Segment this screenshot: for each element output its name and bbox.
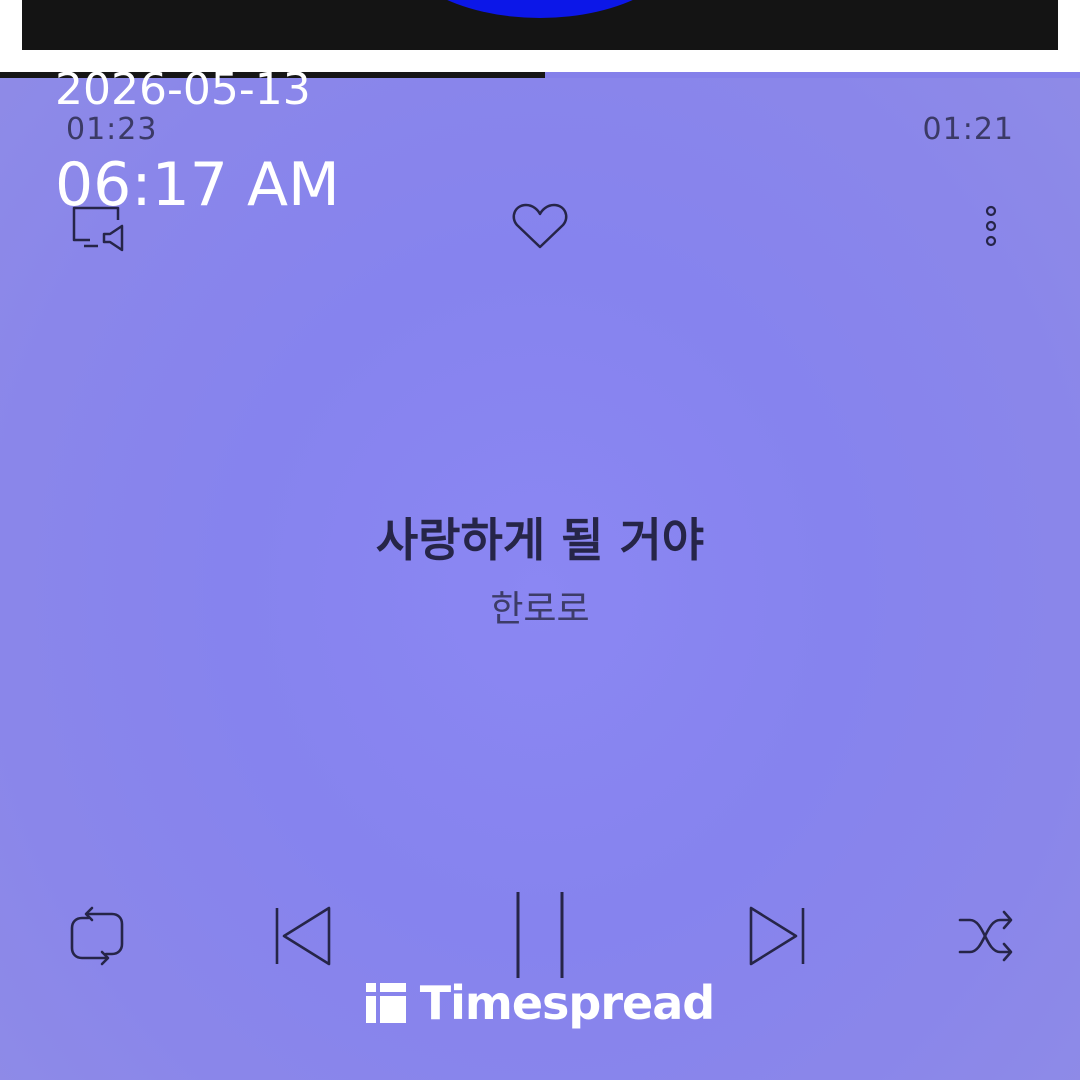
- timestamp-date: 2026-05-13: [55, 64, 311, 115]
- track-title: 사랑하게 될 거야: [375, 513, 705, 567]
- more-vertical-icon[interactable]: [982, 204, 1000, 250]
- time-elapsed: 01:23: [66, 112, 158, 147]
- brand-label: Timespread: [419, 976, 715, 1030]
- album-art-disc: [390, 0, 690, 18]
- repeat-icon[interactable]: [66, 904, 128, 968]
- skip-next-icon[interactable]: [746, 906, 806, 966]
- brand-watermark: Timespread: [0, 976, 1080, 1030]
- heart-icon[interactable]: [511, 203, 569, 251]
- album-art: [22, 0, 1058, 50]
- time-remaining: 01:21: [922, 112, 1014, 147]
- timespread-logo-icon: [365, 983, 406, 1023]
- shuffle-icon[interactable]: [956, 906, 1016, 966]
- skip-previous-icon[interactable]: [274, 906, 334, 966]
- pause-icon[interactable]: [512, 890, 568, 980]
- track-artist[interactable]: 한로로: [0, 580, 1080, 632]
- album-art-frame: [0, 0, 1080, 72]
- timestamp-time: 06:17 AM: [55, 150, 340, 220]
